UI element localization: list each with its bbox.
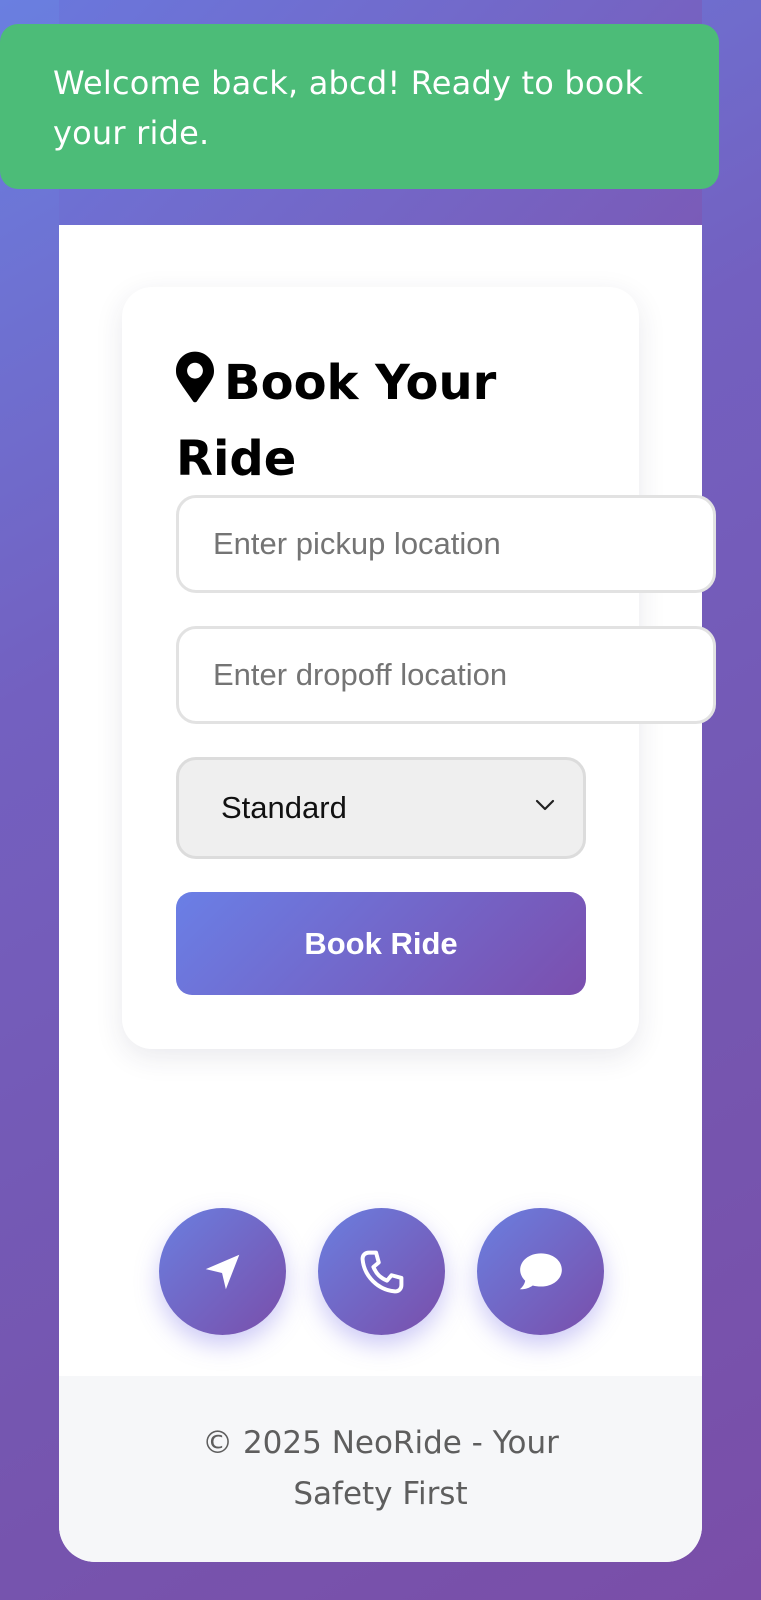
call-button[interactable] (318, 1208, 445, 1335)
booking-title: Book Your Ride (176, 345, 536, 497)
footer: © 2025 NeoRide - Your Safety First (59, 1376, 702, 1562)
map-pin-icon (176, 351, 214, 403)
pickup-location-input[interactable] (176, 495, 716, 593)
ride-type-select[interactable]: Standard (176, 757, 586, 859)
booking-title-text: Book Your Ride (176, 355, 497, 487)
book-ride-button-label: Book Ride (304, 925, 458, 961)
welcome-toast-message: Welcome back, abcd! Ready to book your r… (53, 64, 644, 152)
ride-type-selected-value: Standard (221, 790, 347, 825)
book-ride-button[interactable]: Book Ride (176, 892, 586, 995)
chevron-down-icon (535, 799, 555, 811)
navigate-button[interactable] (159, 1208, 286, 1335)
phone-icon (360, 1250, 403, 1293)
navigation-arrow-icon (205, 1254, 239, 1289)
chat-bubble-icon (519, 1252, 562, 1289)
footer-text: © 2025 NeoRide - Your Safety First (202, 1425, 559, 1512)
chat-button[interactable] (477, 1208, 604, 1335)
dropoff-location-input[interactable] (176, 626, 716, 724)
welcome-toast: Welcome back, abcd! Ready to book your r… (0, 24, 719, 189)
